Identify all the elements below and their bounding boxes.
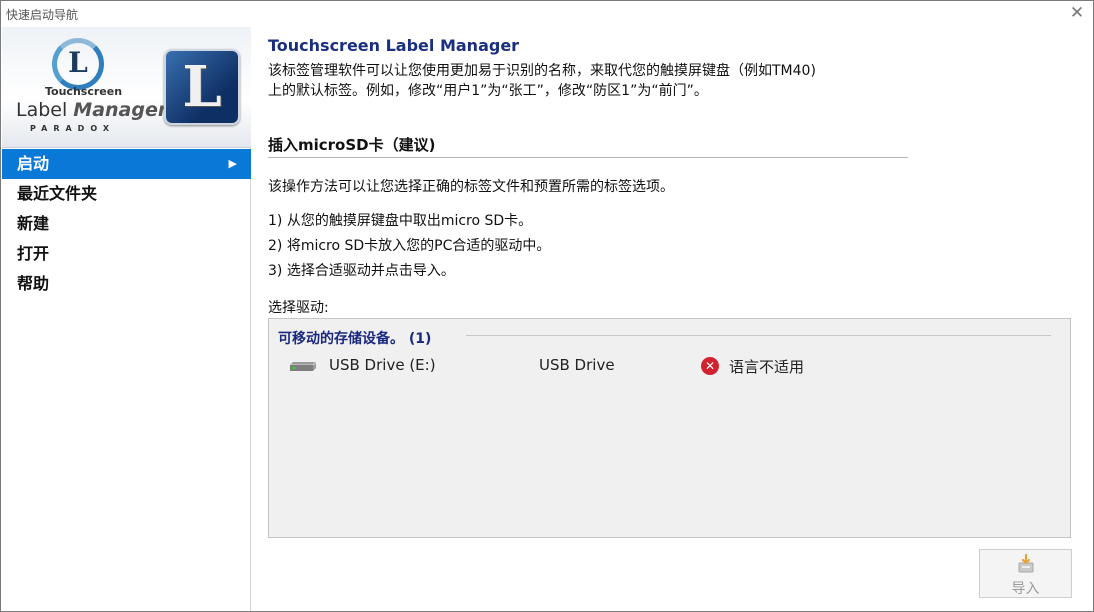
drive-list[interactable]: 可移动的存储设备。 (1) USB Drive (E:) USB Drive ✕… (268, 318, 1071, 538)
logo-manager-word: Manager (73, 99, 168, 121)
logo-label-manager-text: Label Manager (16, 99, 167, 121)
page-title: Touchscreen Label Manager (268, 36, 520, 55)
logo-touchscreen-text: Touchscreen (45, 85, 123, 98)
sidebar-item-new[interactable]: 新建 (2, 209, 251, 239)
close-icon[interactable]: ✕ (1069, 4, 1085, 22)
sidebar-item-label: 新建 (17, 214, 50, 233)
import-button-label: 导入 (1011, 581, 1040, 597)
drive-type: USB Drive (539, 356, 615, 374)
sidebar-item-label: 最近文件夹 (17, 184, 98, 203)
sidebar-item-start[interactable]: 启动 ▶ (2, 149, 251, 179)
drive-select-label: 选择驱动: (268, 300, 329, 316)
import-button[interactable]: 导入 (979, 549, 1072, 598)
import-icon (1018, 554, 1034, 573)
drive-name: USB Drive (E:) (329, 356, 436, 374)
logo-ring-letter: L (68, 46, 88, 79)
quick-start-window: 快速启动导航 ✕ L Touchscreen Label Manager PAR… (0, 0, 1094, 612)
sidebar-item-recent-folders[interactable]: 最近文件夹 (2, 179, 251, 209)
logo-label-word: Label (16, 99, 74, 121)
drive-group-header: 可移动的存储设备。 (1) (278, 331, 432, 347)
logo-tile-letter: L (182, 54, 222, 120)
drive-status: 语言不适用 (729, 358, 805, 376)
sidebar-nav: 启动 ▶ 最近文件夹 新建 打开 帮助 (2, 149, 251, 299)
step-item: 2) 将micro SD卡放入您的PC合适的驱动中。 (268, 238, 551, 254)
logo-paradox-text: PARADOX (30, 124, 115, 133)
title-bar: 快速启动导航 ✕ (1, 1, 1093, 27)
product-logo: L Touchscreen Label Manager PARADOX L (2, 27, 251, 148)
description-line: 该标签管理软件可以让您使用更加易于识别的名称，来取代您的触摸屏键盘（例如TM40… (268, 63, 816, 79)
section-intro: 该操作方法可以让您选择正确的标签文件和预置所需的标签选项。 (268, 179, 674, 195)
sidebar-item-label: 打开 (17, 244, 50, 263)
usb-drive-icon (290, 361, 317, 371)
group-divider (466, 335, 1051, 336)
sidebar: L Touchscreen Label Manager PARADOX L 启动… (2, 27, 251, 611)
description-line: 上的默认标签。例如，修改“用户1”为“张工”，修改“防区1”为“前门”。 (268, 83, 708, 99)
sidebar-item-label: 启动 (17, 154, 50, 173)
list-item[interactable]: USB Drive (E:) USB Drive ✕ 语言不适用 (283, 352, 1053, 378)
sidebar-item-label: 帮助 (17, 274, 50, 293)
error-icon: ✕ (701, 357, 719, 375)
main-content: Touchscreen Label Manager 该标签管理软件可以让您使用更… (268, 27, 1078, 611)
sidebar-item-open[interactable]: 打开 (2, 239, 251, 269)
section-title: 插入microSD卡（建议) (268, 136, 436, 154)
sidebar-item-help[interactable]: 帮助 (2, 269, 251, 299)
arrow-right-icon: ▶ (228, 157, 237, 170)
section-divider (268, 157, 908, 158)
step-item: 3) 选择合适驱动并点击导入。 (268, 263, 455, 279)
step-item: 1) 从您的触摸屏键盘中取出micro SD卡。 (268, 213, 533, 229)
description: 该标签管理软件可以让您使用更加易于识别的名称，来取代您的触摸屏键盘（例如TM40… (268, 61, 908, 101)
window-title: 快速启动导航 (6, 8, 79, 22)
steps-list: 1) 从您的触摸屏键盘中取出micro SD卡。 2) 将micro SD卡放入… (268, 209, 550, 284)
